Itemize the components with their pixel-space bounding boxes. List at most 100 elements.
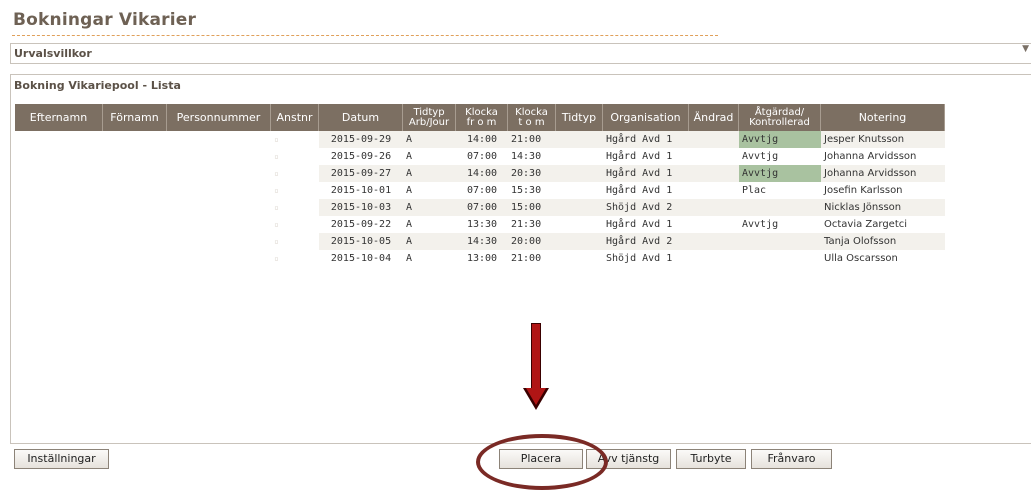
table-row[interactable]: ▫ 2015-09-22 A 13:30 21:30 Hgård Avd 1 Avvtjg O… <box>15 216 945 233</box>
cell-tidtyp <box>556 148 603 165</box>
cell-tidtyp-arbjour: A <box>406 253 413 264</box>
table-header-row: Efternamn Förnamn Personnummer Anstnr Da… <box>15 104 945 131</box>
annotation-arrow-head-fill <box>526 388 546 405</box>
cell-tidtyp-arbjour: A <box>406 219 413 230</box>
column-header-andrad[interactable]: Ändrad <box>689 104 739 131</box>
booking-table: Efternamn Förnamn Personnummer Anstnr Da… <box>15 104 945 267</box>
cell-datum: 2015-10-04 <box>330 253 392 264</box>
column-header-anstnr[interactable]: Anstnr <box>271 104 319 131</box>
cell-anstnr: ▫ <box>274 186 279 195</box>
cell-personnummer <box>167 148 271 165</box>
franvaro-button[interactable]: Frånvaro <box>751 449 832 469</box>
column-header-datum[interactable]: Datum <box>319 104 403 131</box>
column-header-klocka-from[interactable]: Klocka fr o m <box>456 104 508 131</box>
cell-notering: Nicklas Jönsson <box>821 199 945 216</box>
cell-efternamn <box>15 233 103 250</box>
column-header-fornamn[interactable]: Förnamn <box>103 104 167 131</box>
cell-fornamn <box>103 250 167 267</box>
column-header-efternamn[interactable]: Efternamn <box>15 104 103 131</box>
cell-klocka-from: 07:00 <box>466 151 498 162</box>
cell-klocka-from: 13:30 <box>466 219 498 230</box>
column-header-klocka-tom[interactable]: Klocka t o m <box>508 104 556 131</box>
cell-anstnr: ▫ <box>274 254 279 263</box>
cell-efternamn <box>15 182 103 199</box>
cell-klocka-tom: 20:00 <box>508 233 556 250</box>
cell-personnummer <box>167 131 271 148</box>
cell-andrad <box>689 250 739 267</box>
title-divider <box>12 35 718 36</box>
cell-personnummer <box>167 233 271 250</box>
table-row[interactable]: ▫ 2015-10-03 A 07:00 15:00 Shöjd Avd 2 Nicklas… <box>15 199 945 216</box>
cell-klocka-tom: 20:30 <box>508 165 556 182</box>
cell-klocka-tom: 21:00 <box>511 253 542 264</box>
cell-datum: 2015-09-27 <box>319 165 403 182</box>
column-header-tidtyp-arbjour[interactable]: Tidtyp Arb/Jour <box>403 104 456 131</box>
cell-fornamn <box>103 148 167 165</box>
cell-tidtyp-arbjour: A <box>403 165 456 182</box>
cell-organisation: Shöjd Avd 2 <box>603 199 689 216</box>
annotation-circle <box>476 434 608 490</box>
cell-atgardad: Plac <box>742 185 767 196</box>
cell-efternamn <box>15 250 103 267</box>
cell-fornamn <box>103 233 167 250</box>
table-row[interactable]: ▫ 2015-09-27 A 14:00 20:30 Hgård Avd 1 Avvtjg J… <box>15 165 945 182</box>
cell-tidtyp <box>556 199 603 216</box>
table-row[interactable]: ▫ 2015-10-04 A 13:00 21:00 Shöjd Avd 1 Ulla Os… <box>15 250 945 267</box>
column-header-tidtyp[interactable]: Tidtyp <box>556 104 603 131</box>
table-row[interactable]: ▫ 2015-09-26 A 07:00 14:30 Hgård Avd 1 Avvtjg J… <box>15 148 945 165</box>
annotation-arrow-shaft <box>531 323 541 389</box>
cell-fornamn <box>103 216 167 233</box>
table-row[interactable]: ▫ 2015-10-01 A 07:00 15:30 Hgård Avd 1 Plac Jos… <box>15 182 945 199</box>
cell-klocka-from: 07:00 <box>466 185 498 196</box>
cell-efternamn <box>15 199 103 216</box>
cell-organisation: Hgård Avd 1 <box>606 219 673 230</box>
cell-tidtyp <box>556 250 603 267</box>
cell-personnummer <box>167 199 271 216</box>
cell-organisation: Hgård Avd 1 <box>606 151 673 162</box>
column-header-notering[interactable]: Notering <box>821 104 945 131</box>
cell-atgardad: Avvtjg <box>739 165 821 182</box>
column-header-organisation[interactable]: Organisation <box>603 104 689 131</box>
cell-klocka-tom: 14:30 <box>511 151 542 162</box>
table-row[interactable]: ▫ 2015-10-05 A 14:30 20:00 Hgård Avd 2 Tanja O… <box>15 233 945 250</box>
cell-anstnr: ▫ <box>274 169 279 178</box>
cell-tidtyp <box>556 131 603 148</box>
cell-anstnr: ▫ <box>274 237 279 246</box>
cell-andrad <box>689 148 739 165</box>
cell-notering: Josefin Karlsson <box>824 185 903 196</box>
booking-list-title: Bokning Vikariepool - Lista <box>14 79 181 92</box>
cell-klocka-tom: 15:30 <box>511 185 542 196</box>
cell-personnummer <box>167 182 271 199</box>
cell-notering: Octavia Zargetci <box>824 219 908 230</box>
selection-criteria-label: Urvalsvillkor <box>14 47 92 60</box>
cell-notering: Tanja Olofsson <box>821 233 945 250</box>
cell-tidtyp-arbjour: A <box>403 199 456 216</box>
cell-efternamn <box>15 131 103 148</box>
table-row[interactable]: ▫ 2015-09-29 A 14:00 21:00 Hgård Avd 1 Avvtjg J… <box>15 131 945 148</box>
column-header-atgardad[interactable]: Åtgärdad/Kontrollerad <box>739 104 821 131</box>
installningar-button[interactable]: Inställningar <box>14 449 109 469</box>
cell-tidtyp-arbjour: A <box>406 185 413 196</box>
column-header-personnummer[interactable]: Personnummer <box>167 104 271 131</box>
cell-organisation: Hgård Avd 2 <box>603 233 689 250</box>
selection-criteria-panel[interactable]: Urvalsvillkor ▼ <box>10 43 1031 64</box>
cell-organisation: Hgård Avd 1 <box>606 185 673 196</box>
cell-efternamn <box>15 148 103 165</box>
cell-anstnr: ▫ <box>274 135 279 144</box>
cell-organisation: Hgård Avd 1 <box>603 165 689 182</box>
cell-atgardad: Avvtjg <box>742 151 779 162</box>
cell-datum: 2015-09-29 <box>319 131 403 148</box>
cell-fornamn <box>103 199 167 216</box>
cell-personnummer <box>167 216 271 233</box>
cell-tidtyp-arbjour: A <box>403 233 456 250</box>
collapse-caret-icon[interactable]: ▼ <box>1022 44 1029 54</box>
cell-notering: Johanna Arvidsson <box>824 151 917 162</box>
cell-atgardad <box>739 199 821 216</box>
cell-fornamn <box>103 182 167 199</box>
cell-tidtyp <box>556 233 603 250</box>
cell-personnummer <box>167 250 271 267</box>
cell-datum: 2015-09-26 <box>330 151 392 162</box>
turbyte-button[interactable]: Turbyte <box>676 449 746 469</box>
cell-notering: Ulla Oscarsson <box>824 253 898 264</box>
cell-anstnr: ▫ <box>274 220 279 229</box>
